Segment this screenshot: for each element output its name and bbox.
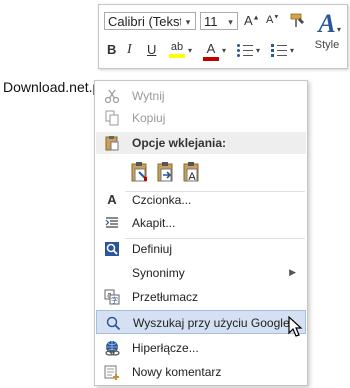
paragraph-icon xyxy=(105,217,118,228)
styles-icon: A xyxy=(318,9,336,38)
menu-item-font[interactable]: A Czcionka... xyxy=(96,189,306,211)
underline-button[interactable]: U xyxy=(147,42,156,57)
grow-font-button[interactable]: A▲ xyxy=(244,13,260,28)
svg-text:字: 字 xyxy=(111,296,118,305)
context-menu: Wytnij Kopiuj Opcje wklejania: A A Czcio… xyxy=(94,80,308,386)
chevron-down-icon[interactable]: ▾ xyxy=(222,46,226,55)
menu-item-translate[interactable]: a 字 Przetłumacz xyxy=(96,286,306,308)
highlight-button[interactable]: ab xyxy=(169,41,185,58)
highlight-color-swatch xyxy=(169,54,185,58)
menu-item-define[interactable]: Definiuj xyxy=(96,238,306,260)
shrink-font-button[interactable]: A▼ xyxy=(266,14,279,26)
menu-item-hyperlink[interactable]: Hiperłącze... xyxy=(96,337,306,359)
chevron-down-icon[interactable]: ▾ xyxy=(290,46,294,55)
menu-item-label: Hiperłącze... xyxy=(132,341,199,355)
chevron-down-icon[interactable]: ▾ xyxy=(256,46,260,55)
font-color-icon: A xyxy=(206,41,216,56)
styles-button[interactable]: A ▾ Style xyxy=(310,9,344,65)
link-icon xyxy=(105,341,120,356)
menu-item-google-search[interactable]: Wyszukaj przy użyciu Google xyxy=(96,310,306,334)
menu-item-copy[interactable]: Kopiuj xyxy=(96,107,306,129)
menu-item-label: Czcionka... xyxy=(132,193,192,207)
paste-options-header: Opcje wklejania: xyxy=(96,132,306,154)
scissors-icon xyxy=(104,89,120,104)
highlight-icon: ab xyxy=(170,41,184,53)
menu-item-label: Nowy komentarz xyxy=(132,365,222,379)
chevron-down-icon[interactable]: ▾ xyxy=(181,13,195,29)
menu-item-label: Wytnij xyxy=(132,89,165,103)
chevron-down-icon: ▾ xyxy=(337,25,342,34)
format-painter-button[interactable] xyxy=(288,12,306,30)
document-text[interactable]: Download.net.pl xyxy=(3,79,103,95)
grow-font-icon: A xyxy=(244,13,253,28)
menu-item-cut[interactable]: Wytnij xyxy=(96,85,306,107)
chevron-down-icon[interactable]: ▾ xyxy=(188,46,192,55)
svg-text:A: A xyxy=(188,171,196,183)
merge-formatting-icon[interactable] xyxy=(157,161,175,183)
chevron-right-icon: ▶ xyxy=(289,267,296,277)
chevron-down-icon[interactable]: ▾ xyxy=(224,13,237,29)
numbering-button[interactable] xyxy=(271,43,287,57)
paste-icon xyxy=(105,136,119,151)
font-color-swatch xyxy=(203,57,219,61)
font-name-combo[interactable]: Calibri (Tekst p ▾ xyxy=(104,12,196,30)
menu-item-label: Wyszukaj przy użyciu Google xyxy=(133,316,290,330)
translate-icon: a 字 xyxy=(104,289,120,305)
menu-item-paragraph[interactable]: Akapit... xyxy=(96,212,306,234)
keep-text-only-icon[interactable]: A xyxy=(183,161,201,183)
paste-options-label: Opcje wklejania: xyxy=(132,136,227,150)
copy-icon xyxy=(105,110,119,126)
font-color-button[interactable]: A xyxy=(203,41,219,61)
menu-item-label: Synonimy xyxy=(132,266,185,280)
font-icon: A xyxy=(107,192,117,207)
menu-item-label: Definiuj xyxy=(132,242,173,256)
bold-button[interactable]: B xyxy=(107,42,116,57)
italic-button[interactable]: I xyxy=(127,42,132,58)
search-icon xyxy=(106,316,121,331)
styles-label: Style xyxy=(314,39,340,51)
define-search-icon xyxy=(105,242,119,256)
menu-item-label: Kopiuj xyxy=(132,111,166,125)
comment-icon xyxy=(104,365,119,380)
menu-item-new-comment[interactable]: Nowy komentarz xyxy=(96,361,306,383)
font-size-combo[interactable]: 11 ▾ xyxy=(200,12,238,30)
mouse-cursor-icon xyxy=(288,316,303,337)
mini-toolbar: Calibri (Tekst p ▾ 11 ▾ A▲ A▼ A ▾ Style … xyxy=(98,4,348,69)
menu-item-label: Przetłumacz xyxy=(132,290,199,304)
menu-item-synonyms[interactable]: Synonimy ▶ xyxy=(96,262,306,284)
format-painter-icon xyxy=(290,13,304,27)
bullets-button[interactable] xyxy=(237,43,253,57)
keep-source-formatting-icon[interactable] xyxy=(131,161,149,183)
menu-item-label: Akapit... xyxy=(132,216,176,230)
font-size-value: 11 xyxy=(204,14,218,29)
